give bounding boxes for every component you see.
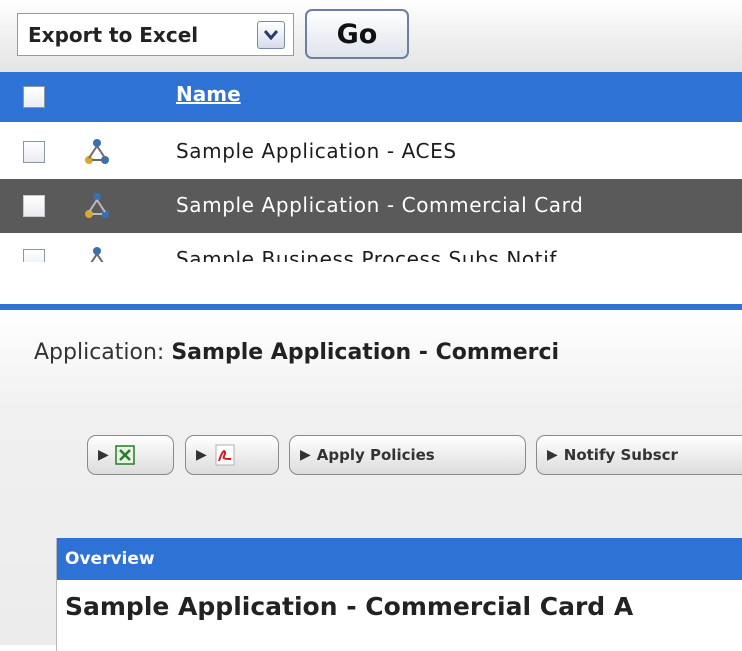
row-name[interactable]: Sample Application - Commercial Card	[176, 193, 583, 217]
application-list-panel: Export to Excel Go Name Sample Applicati…	[0, 0, 742, 262]
table-row[interactable]: Sample Application - ACES	[0, 125, 742, 179]
application-detail-panel: Application: Sample Application - Commer…	[0, 304, 742, 651]
chevron-down-icon[interactable]	[257, 20, 285, 49]
apply-policies-label: Apply Policies	[316, 446, 435, 464]
export-format-value: Export to Excel	[28, 22, 199, 47]
application-icon	[85, 139, 109, 164]
excel-icon	[115, 445, 135, 465]
go-button[interactable]: Go	[305, 9, 409, 59]
overview-title: Sample Application - Commercial Card A	[65, 592, 634, 621]
export-excel-button[interactable]: ▶	[87, 435, 174, 475]
overview-header: Overview	[57, 538, 742, 580]
row-name[interactable]: Sample Business Process Subs Notif	[176, 247, 557, 262]
row-checkbox[interactable]	[23, 141, 45, 163]
notify-subscribers-label: Notify Subscr	[563, 446, 678, 464]
row-name[interactable]: Sample Application - ACES	[176, 139, 457, 163]
notify-subscribers-button[interactable]: ▶ Notify Subscr	[536, 435, 742, 475]
title-value: Sample Application - Commerci	[171, 340, 560, 365]
page-title: Application: Sample Application - Commer…	[34, 340, 559, 365]
play-icon: ▶	[300, 447, 311, 463]
play-icon: ▶	[547, 447, 558, 463]
table-row[interactable]: Sample Business Process Subs Notif	[0, 233, 742, 262]
title-prefix: Application:	[34, 340, 172, 365]
play-icon: ▶	[196, 447, 207, 463]
row-checkbox[interactable]	[23, 195, 45, 217]
apply-policies-button[interactable]: ▶ Apply Policies	[289, 435, 526, 475]
play-icon: ▶	[98, 447, 109, 463]
application-icon	[90, 247, 104, 262]
select-all-checkbox[interactable]	[23, 86, 45, 108]
overview-section: Overview Sample Application - Commercial…	[56, 538, 742, 651]
pdf-icon	[215, 444, 235, 466]
list-toolbar: Export to Excel Go	[0, 0, 742, 72]
column-header-name[interactable]: Name	[176, 82, 241, 106]
panel-gap	[0, 262, 742, 304]
table-row-selected[interactable]: Sample Application - Commercial Card	[0, 179, 742, 233]
row-checkbox[interactable]	[23, 249, 45, 262]
overview-header-label: Overview	[65, 549, 155, 569]
export-pdf-button[interactable]: ▶	[185, 435, 279, 475]
grid-header: Name	[0, 72, 742, 122]
application-icon	[85, 193, 109, 218]
export-format-select[interactable]: Export to Excel	[17, 13, 294, 56]
